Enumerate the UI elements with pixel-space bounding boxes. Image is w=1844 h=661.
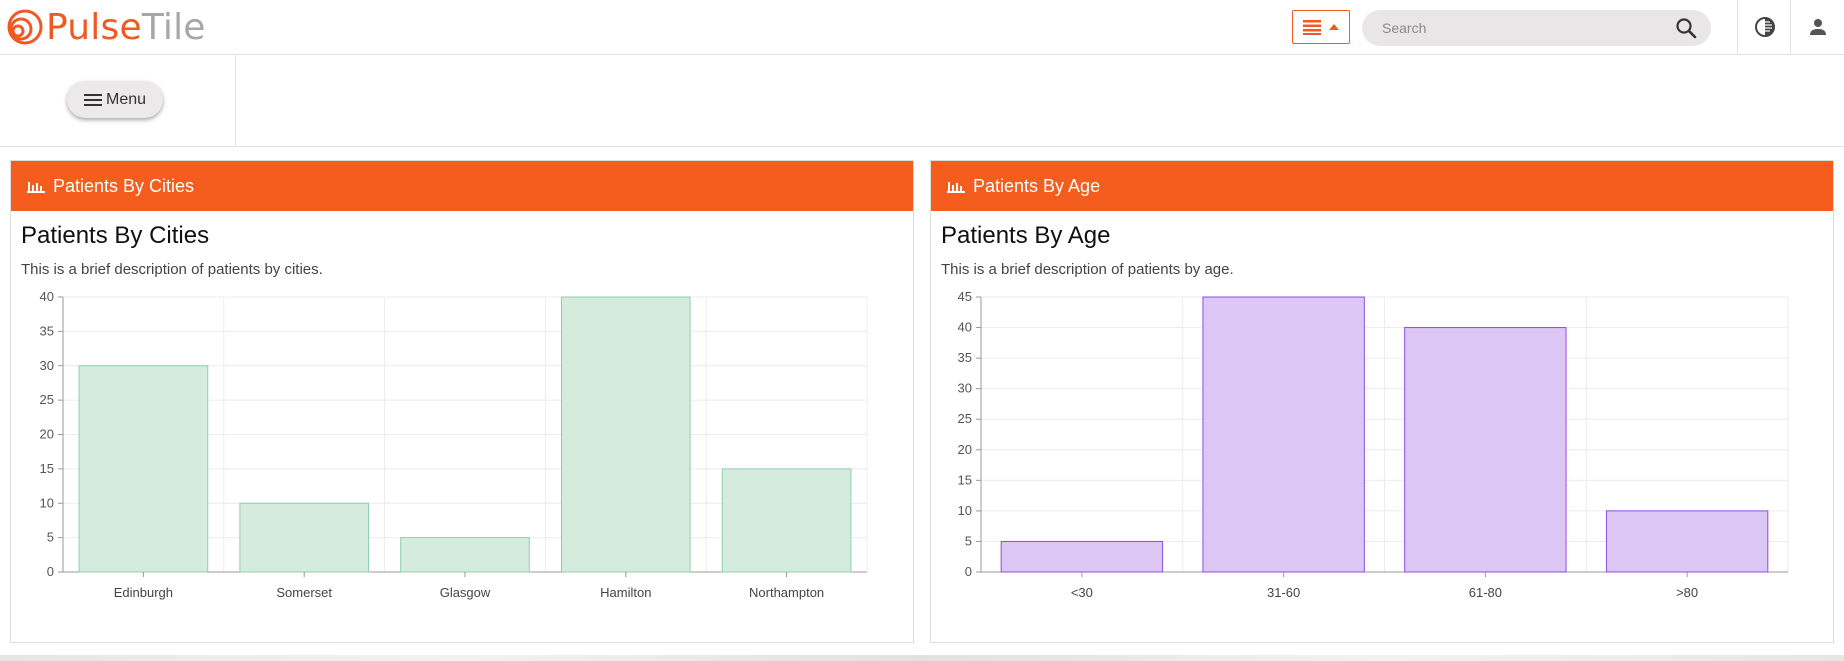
y-tick-label: 30: [40, 358, 54, 373]
y-tick-label: 0: [47, 564, 54, 579]
x-tick-label: 61-80: [1469, 585, 1502, 600]
y-tick-label: 20: [40, 427, 54, 442]
contrast-icon[interactable]: [1753, 15, 1777, 39]
panel-header-title: Patients By Cities: [53, 175, 195, 196]
header-divider: [1737, 0, 1738, 55]
panel-patients-by-cities: Patients By Cities Patients By Cities Th…: [10, 160, 914, 643]
x-tick-label: Somerset: [276, 585, 332, 600]
bar-chart-icon: [27, 182, 45, 193]
panel-header: Patients By Cities: [11, 161, 913, 211]
bar[interactable]: [560, 296, 691, 573]
logo[interactable]: PulseTile: [6, 6, 206, 48]
person-icon[interactable]: [1806, 15, 1830, 39]
logo-text-tile: Tile: [141, 6, 206, 48]
caret-up-icon: [1329, 24, 1339, 30]
age-bar-chart: 0 5 10 15 20 25 30 35 40 45 <30 31-60 61-80 >80: [958, 289, 1789, 600]
y-tick-label: 15: [40, 461, 54, 476]
list-icon: [1303, 20, 1321, 35]
bar[interactable]: [1202, 296, 1365, 573]
hamburger-icon: [83, 93, 102, 106]
y-tick-label: 0: [965, 564, 972, 579]
header-divider: [1790, 0, 1791, 55]
y-tick-label: 35: [40, 323, 54, 338]
y-tick-label: 10: [958, 503, 972, 518]
y-tick-label: 25: [40, 392, 54, 407]
y-tick-label: 10: [40, 495, 54, 510]
bar[interactable]: [239, 502, 370, 573]
y-tick-label: 15: [958, 472, 972, 487]
y-tick-label: 40: [40, 289, 54, 304]
menu-button-label: Menu: [105, 90, 147, 108]
panel-title: Patients By Cities: [21, 222, 210, 249]
y-tick-label: 20: [958, 442, 972, 457]
sub-header-divider: [235, 55, 236, 146]
top-bar: PulseTile: [0, 0, 1844, 55]
menu-button[interactable]: Menu: [67, 81, 163, 118]
y-tick-label: 5: [965, 533, 972, 548]
logo-text: PulseTile: [46, 7, 206, 48]
nav-toggle-button[interactable]: [1292, 10, 1350, 44]
y-tick-label: 35: [958, 350, 972, 365]
x-tick-label: Glasgow: [440, 585, 491, 600]
sub-header: Menu: [0, 55, 1844, 147]
bottom-scroll-strip: [0, 655, 1844, 661]
panel-header-title: Patients By Age: [973, 175, 1101, 196]
x-tick-label: Hamilton: [600, 585, 651, 600]
panel-title: Patients By Age: [941, 222, 1111, 249]
bar-chart-icon: [947, 182, 965, 193]
x-tick-label: >80: [1676, 585, 1698, 600]
bar[interactable]: [1404, 327, 1567, 573]
x-tick-label: Northampton: [749, 585, 824, 600]
panel-patients-by-age: Patients By Age Patients By Age This is …: [930, 160, 1834, 643]
search-icon[interactable]: [1675, 17, 1697, 39]
cities-bar-chart: 0 5 10 15 20 25 30 35 40 Edinburgh Somerset Glasgow…: [40, 289, 868, 600]
search-box: [1362, 10, 1711, 46]
bar[interactable]: [721, 468, 852, 573]
bar[interactable]: [1000, 540, 1164, 573]
logo-text-pulse: Pulse: [46, 6, 142, 48]
bar[interactable]: [400, 537, 530, 573]
x-tick-label: 31-60: [1267, 585, 1300, 600]
y-tick-label: 5: [47, 530, 54, 545]
search-input[interactable]: [1382, 20, 1675, 36]
x-tick-label: Edinburgh: [114, 585, 173, 600]
pulsetile-logo-icon: [7, 9, 43, 45]
y-tick-label: 45: [958, 289, 972, 304]
y-tick-label: 25: [958, 411, 972, 426]
bar[interactable]: [1605, 510, 1769, 573]
y-tick-label: 40: [958, 320, 972, 335]
x-tick-label: <30: [1071, 585, 1093, 600]
panel-description: This is a brief description of patients …: [21, 261, 323, 278]
panel-header: Patients By Age: [931, 161, 1833, 211]
y-tick-label: 30: [958, 381, 972, 396]
panel-description: This is a brief description of patients …: [941, 261, 1234, 278]
bar[interactable]: [78, 365, 209, 573]
